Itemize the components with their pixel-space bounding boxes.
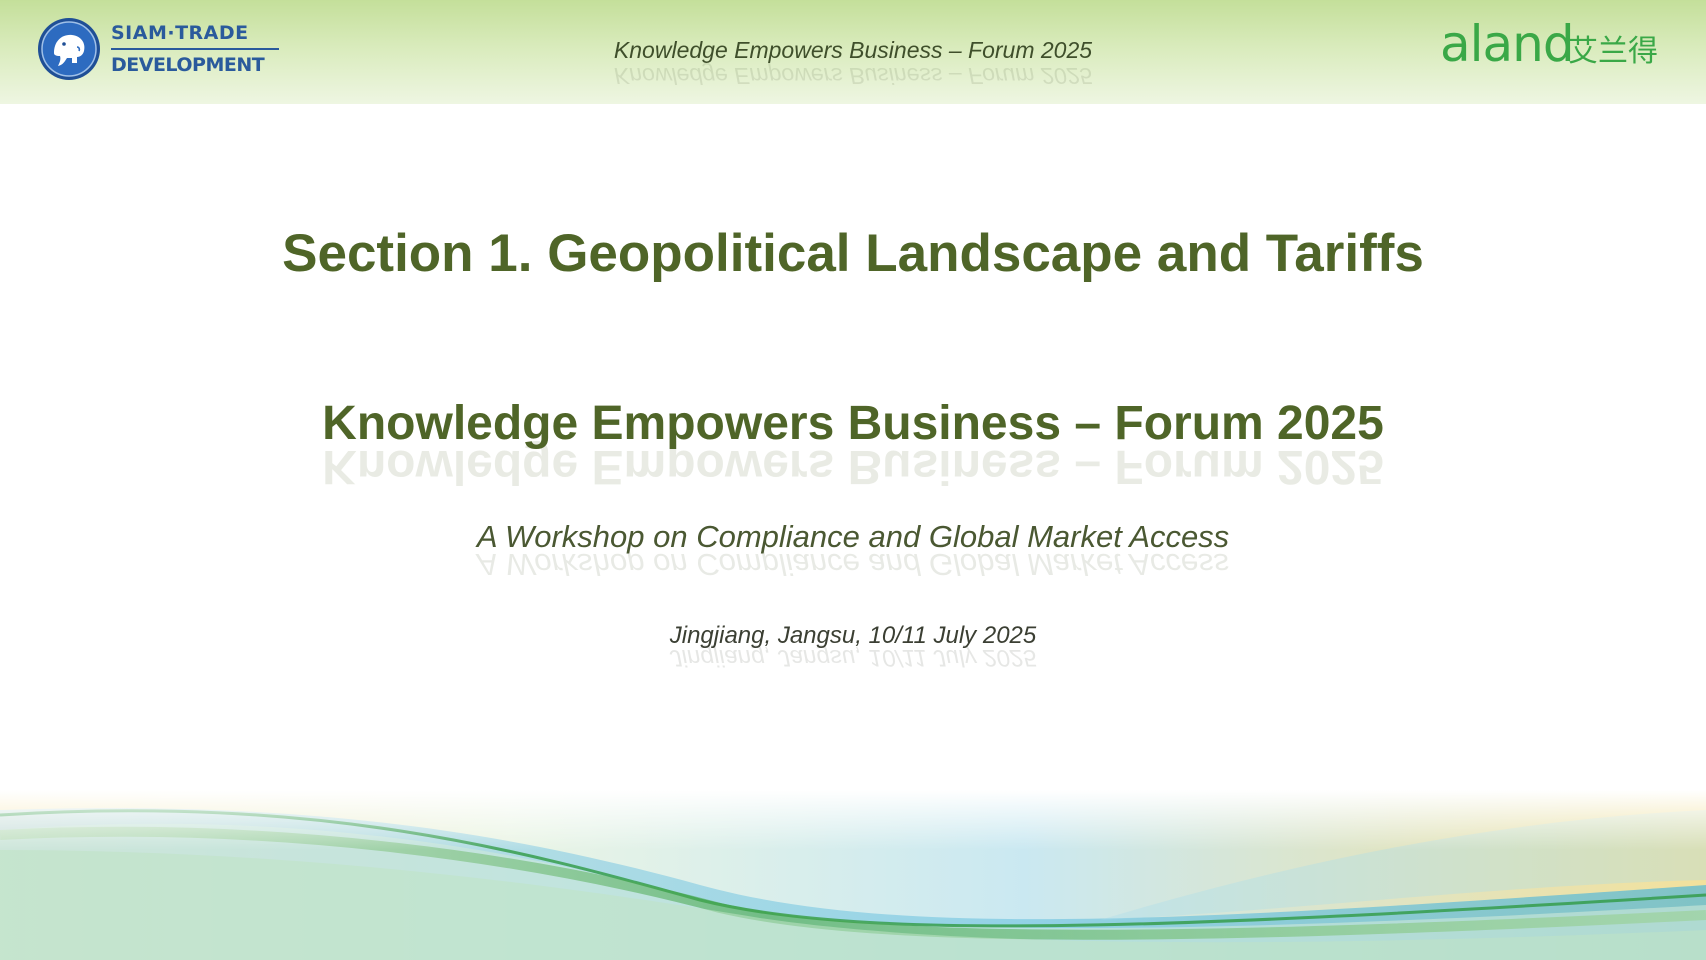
workshop-subtitle: A Workshop on Compliance and Global Mark… [476,519,1230,554]
aland-wordmark: aland [1440,15,1575,73]
location-date: Jingjiang, Jangsu, 10/11 July 2025 [669,622,1037,649]
aland-chinese-name: 艾兰得 [1568,35,1658,68]
section-title: Section 1. Geopolitical Landscape and Ta… [282,224,1424,283]
slide: SIAM·TRADE DEVELOPMENT Knowledge Empower… [0,0,1706,960]
forum-title: Knowledge Empowers Business – Forum 2025 [322,397,1384,450]
aland-logo: aland 艾兰得 [1440,15,1670,76]
decorative-wave [0,790,1706,960]
